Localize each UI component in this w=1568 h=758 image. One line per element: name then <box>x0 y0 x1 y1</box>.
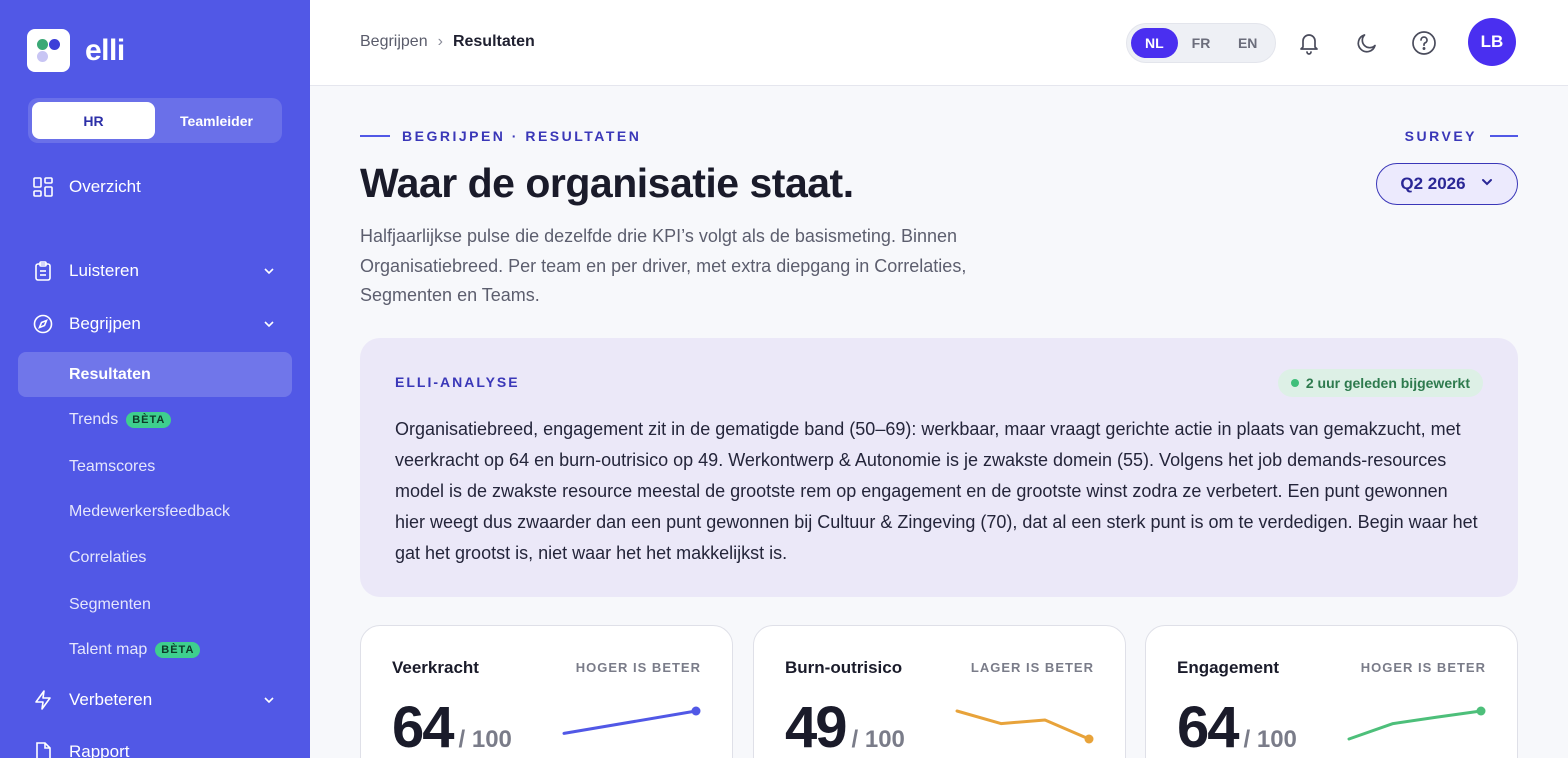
updated-text: 2 uur geleden bijgewerkt <box>1305 375 1470 391</box>
sidebar-subitem-teamscores[interactable]: Teamscores <box>18 444 292 489</box>
document-icon <box>32 741 54 758</box>
chevron-down-icon <box>262 692 276 712</box>
kpi-hint: LAGER IS BETER <box>970 660 1094 675</box>
survey-select[interactable]: Q2 2026 <box>1376 163 1518 205</box>
breadcrumb-separator: › <box>437 33 443 50</box>
sidebar-item-understand[interactable]: Begrijpen <box>18 302 292 346</box>
kpi-card-resilience[interactable]: Veerkracht HOGER IS BETER 64 / 100 <box>360 625 733 758</box>
kpi-value: 64 / 100 <box>1177 694 1297 758</box>
clipboard-icon <box>32 260 54 282</box>
kpi-max: / 100 <box>851 726 905 753</box>
lang-fr-button[interactable]: FR <box>1178 28 1225 58</box>
breadcrumb-parent-link[interactable]: Begrijpen <box>360 33 428 51</box>
sparkline-line <box>955 709 1091 741</box>
sparkline-chart <box>1347 706 1486 741</box>
help-icon[interactable] <box>1409 28 1439 58</box>
sparkline-endpoint <box>1084 734 1094 744</box>
language-switcher: NL FR EN <box>1126 23 1276 63</box>
sidebar-subitem-feedback[interactable]: Medewerkersfeedback <box>18 489 292 534</box>
sidebar-subitem-results[interactable]: Resultaten <box>18 352 292 397</box>
sidebar-subitem-correlations[interactable]: Correlaties <box>18 535 292 580</box>
kpi-card-burnout[interactable]: Burn-outrisico LAGER IS BETER 49 / 100 <box>753 625 1126 758</box>
kpi-number: 64 <box>1177 695 1239 758</box>
role-toggle: HR Teamleider <box>28 98 282 143</box>
sidebar-item-overview[interactable]: Overzicht <box>18 165 292 209</box>
bell-icon[interactable] <box>1294 28 1324 58</box>
lang-nl-button[interactable]: NL <box>1131 28 1178 58</box>
lightning-icon <box>32 689 54 711</box>
sidebar-item-label: Talent map <box>69 640 148 658</box>
kpi-max: / 100 <box>1243 726 1297 753</box>
kpi-card-engagement[interactable]: Engagement HOGER IS BETER 64 / 100 <box>1145 625 1518 758</box>
survey-select-value: Q2 2026 <box>1400 174 1466 193</box>
moon-icon[interactable] <box>1352 28 1382 58</box>
sparkline-chart <box>955 709 1094 744</box>
sidebar-subitem-talent-map[interactable]: Talent map BÈTA <box>18 627 292 672</box>
survey-label: SURVEY <box>1405 128 1518 144</box>
sidebar-item-label: Rapport <box>69 742 130 758</box>
logo-text: elli <box>85 33 125 67</box>
kpi-value: 49 / 100 <box>785 694 905 758</box>
role-teamleader-button[interactable]: Teamleider <box>155 102 278 139</box>
kpi-number: 64 <box>392 695 454 758</box>
kpi-name: Burn-outrisico <box>785 658 903 677</box>
sparkline-line <box>1347 709 1483 741</box>
role-hr-button[interactable]: HR <box>32 102 155 139</box>
eyebrow-line <box>360 135 390 137</box>
kpi-hint: HOGER IS BETER <box>1360 660 1486 675</box>
sidebar: elli HR Teamleider Overzicht Luisteren B… <box>0 0 310 758</box>
analysis-card: ELLI-ANALYSE 2 uur geleden bijgewerkt Or… <box>360 338 1518 597</box>
page-eyebrow: BEGRIJPEN · RESULTATEN <box>360 128 641 144</box>
sidebar-subitem-trends[interactable]: Trends BÈTA <box>18 397 292 442</box>
kpi-name: Engagement <box>1177 658 1280 677</box>
chevron-down-icon <box>1480 174 1494 194</box>
analysis-text: Organisatiebreed, engagement zit in de g… <box>395 419 1478 563</box>
chevron-down-icon <box>262 316 276 336</box>
survey-label-text: SURVEY <box>1404 128 1477 144</box>
kpi-name: Veerkracht <box>392 658 479 677</box>
page-title: Waar de organisatie staat. <box>360 160 854 206</box>
sidebar-item-listen[interactable]: Luisteren <box>18 249 292 293</box>
eyebrow-text: BEGRIJPEN · RESULTATEN <box>402 128 642 144</box>
page-description: Halfjaarlijkse pulse die dezelfde drie K… <box>360 226 967 305</box>
sparkline-chart <box>562 706 701 735</box>
lang-en-button[interactable]: EN <box>1224 28 1271 58</box>
sparkline-line <box>562 709 698 735</box>
kpi-hint: HOGER IS BETER <box>575 660 701 675</box>
sidebar-item-label: Verbeteren <box>69 690 153 709</box>
survey-label-line <box>1490 135 1518 137</box>
dashboard-icon <box>32 176 54 198</box>
chevron-down-icon <box>262 263 276 283</box>
sidebar-subitem-segments[interactable]: Segmenten <box>18 582 292 627</box>
beta-badge: BÈTA <box>126 411 172 428</box>
breadcrumb: Begrijpen › Resultaten <box>360 33 535 51</box>
sidebar-item-label: Luisteren <box>69 261 139 280</box>
logo-mark-icon <box>27 29 70 72</box>
sidebar-item-label: Overzicht <box>69 177 141 196</box>
kpi-max: / 100 <box>458 726 512 753</box>
beta-badge: BÈTA <box>155 641 201 658</box>
analysis-label: ELLI-ANALYSE <box>395 374 520 390</box>
breadcrumb-current: Resultaten <box>452 33 535 50</box>
sidebar-item-improve[interactable]: Verbeteren <box>18 678 292 722</box>
sidebar-item-label: Trends <box>69 410 119 428</box>
kpi-value: 64 / 100 <box>392 694 512 758</box>
kpi-number: 49 <box>785 695 847 758</box>
user-avatar[interactable]: LB <box>1468 18 1516 66</box>
sparkline-endpoint <box>1476 706 1486 716</box>
sidebar-item-label: Begrijpen <box>69 314 141 333</box>
compass-icon <box>32 313 54 335</box>
logo[interactable]: elli <box>27 29 125 72</box>
updated-badge: 2 uur geleden bijgewerkt <box>1277 369 1483 397</box>
sparkline-endpoint <box>691 706 701 716</box>
topbar: Begrijpen › Resultaten NL FR EN LB <box>310 0 1568 86</box>
sidebar-item-report[interactable]: Rapport <box>18 730 292 758</box>
status-dot-icon <box>1290 379 1299 387</box>
